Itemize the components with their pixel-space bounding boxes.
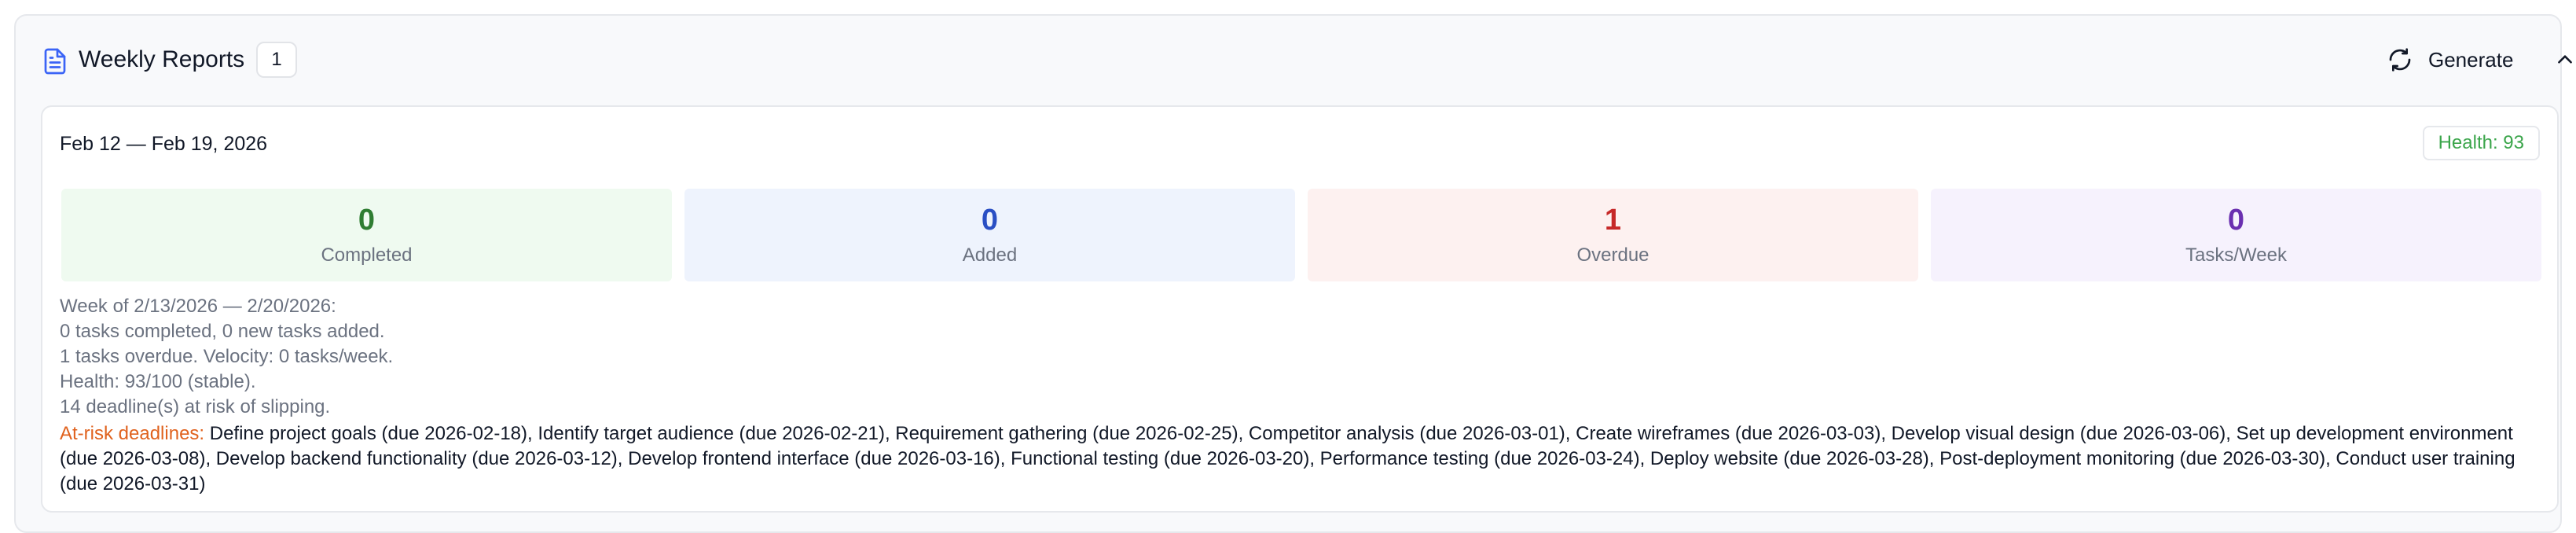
report-card[interactable]: Feb 12 — Feb 19, 2026 Health: 93 0 Compl… <box>41 105 2559 513</box>
panel-title: Weekly Reports <box>79 46 245 72</box>
summary-line: 0 tasks completed, 0 new tasks added. <box>60 321 385 342</box>
summary-line: 14 deadline(s) at risk of slipping. <box>60 396 331 417</box>
stat-label: Completed <box>321 244 413 266</box>
stat-value: 0 <box>358 204 376 237</box>
chevron-up-icon <box>2555 50 2575 70</box>
stats-row: 0 Completed 0 Added 1 Overdue 0 Tasks/We… <box>61 189 2541 281</box>
stat-label: Tasks/Week <box>2185 244 2287 266</box>
stat-tasks-per-week: 0 Tasks/Week <box>1931 189 2541 281</box>
generate-label: Generate <box>2428 47 2514 72</box>
panel-header: Weekly Reports 1 Generate <box>16 16 2572 105</box>
report-summary: Week of 2/13/2026 — 2/20/2026: 0 tasks c… <box>60 294 393 420</box>
weekly-reports-panel: Weekly Reports 1 Generate Feb 12 — Feb 1… <box>14 14 2572 533</box>
at-risk-list: Define project goals (due 2026-02-18), I… <box>60 423 2515 494</box>
at-risk-label: At-risk deadlines: <box>60 423 210 444</box>
report-count-badge: 1 <box>256 42 297 78</box>
health-badge: Health: 93 <box>2422 126 2540 160</box>
summary-line: Health: 93/100 (stable). <box>60 371 256 392</box>
stat-added: 0 Added <box>684 189 1295 281</box>
collapse-button[interactable] <box>2545 39 2576 80</box>
stat-overdue: 1 Overdue <box>1308 189 1918 281</box>
stat-value: 0 <box>981 204 999 237</box>
stat-label: Overdue <box>1576 244 1649 266</box>
stat-completed: 0 Completed <box>61 189 672 281</box>
stat-label: Added <box>962 244 1018 266</box>
generate-button[interactable]: Generate <box>2378 39 2523 80</box>
report-date-range: Feb 12 — Feb 19, 2026 <box>60 133 268 155</box>
summary-line: Week of 2/13/2026 — 2/20/2026: <box>60 296 336 317</box>
summary-line: 1 tasks overdue. Velocity: 0 tasks/week. <box>60 346 394 367</box>
stat-value: 0 <box>2227 204 2245 237</box>
document-icon <box>41 46 69 77</box>
at-risk-deadlines: At-risk deadlines: Define project goals … <box>60 421 2527 497</box>
refresh-icon <box>2387 47 2413 72</box>
stat-value: 1 <box>1604 204 1622 237</box>
